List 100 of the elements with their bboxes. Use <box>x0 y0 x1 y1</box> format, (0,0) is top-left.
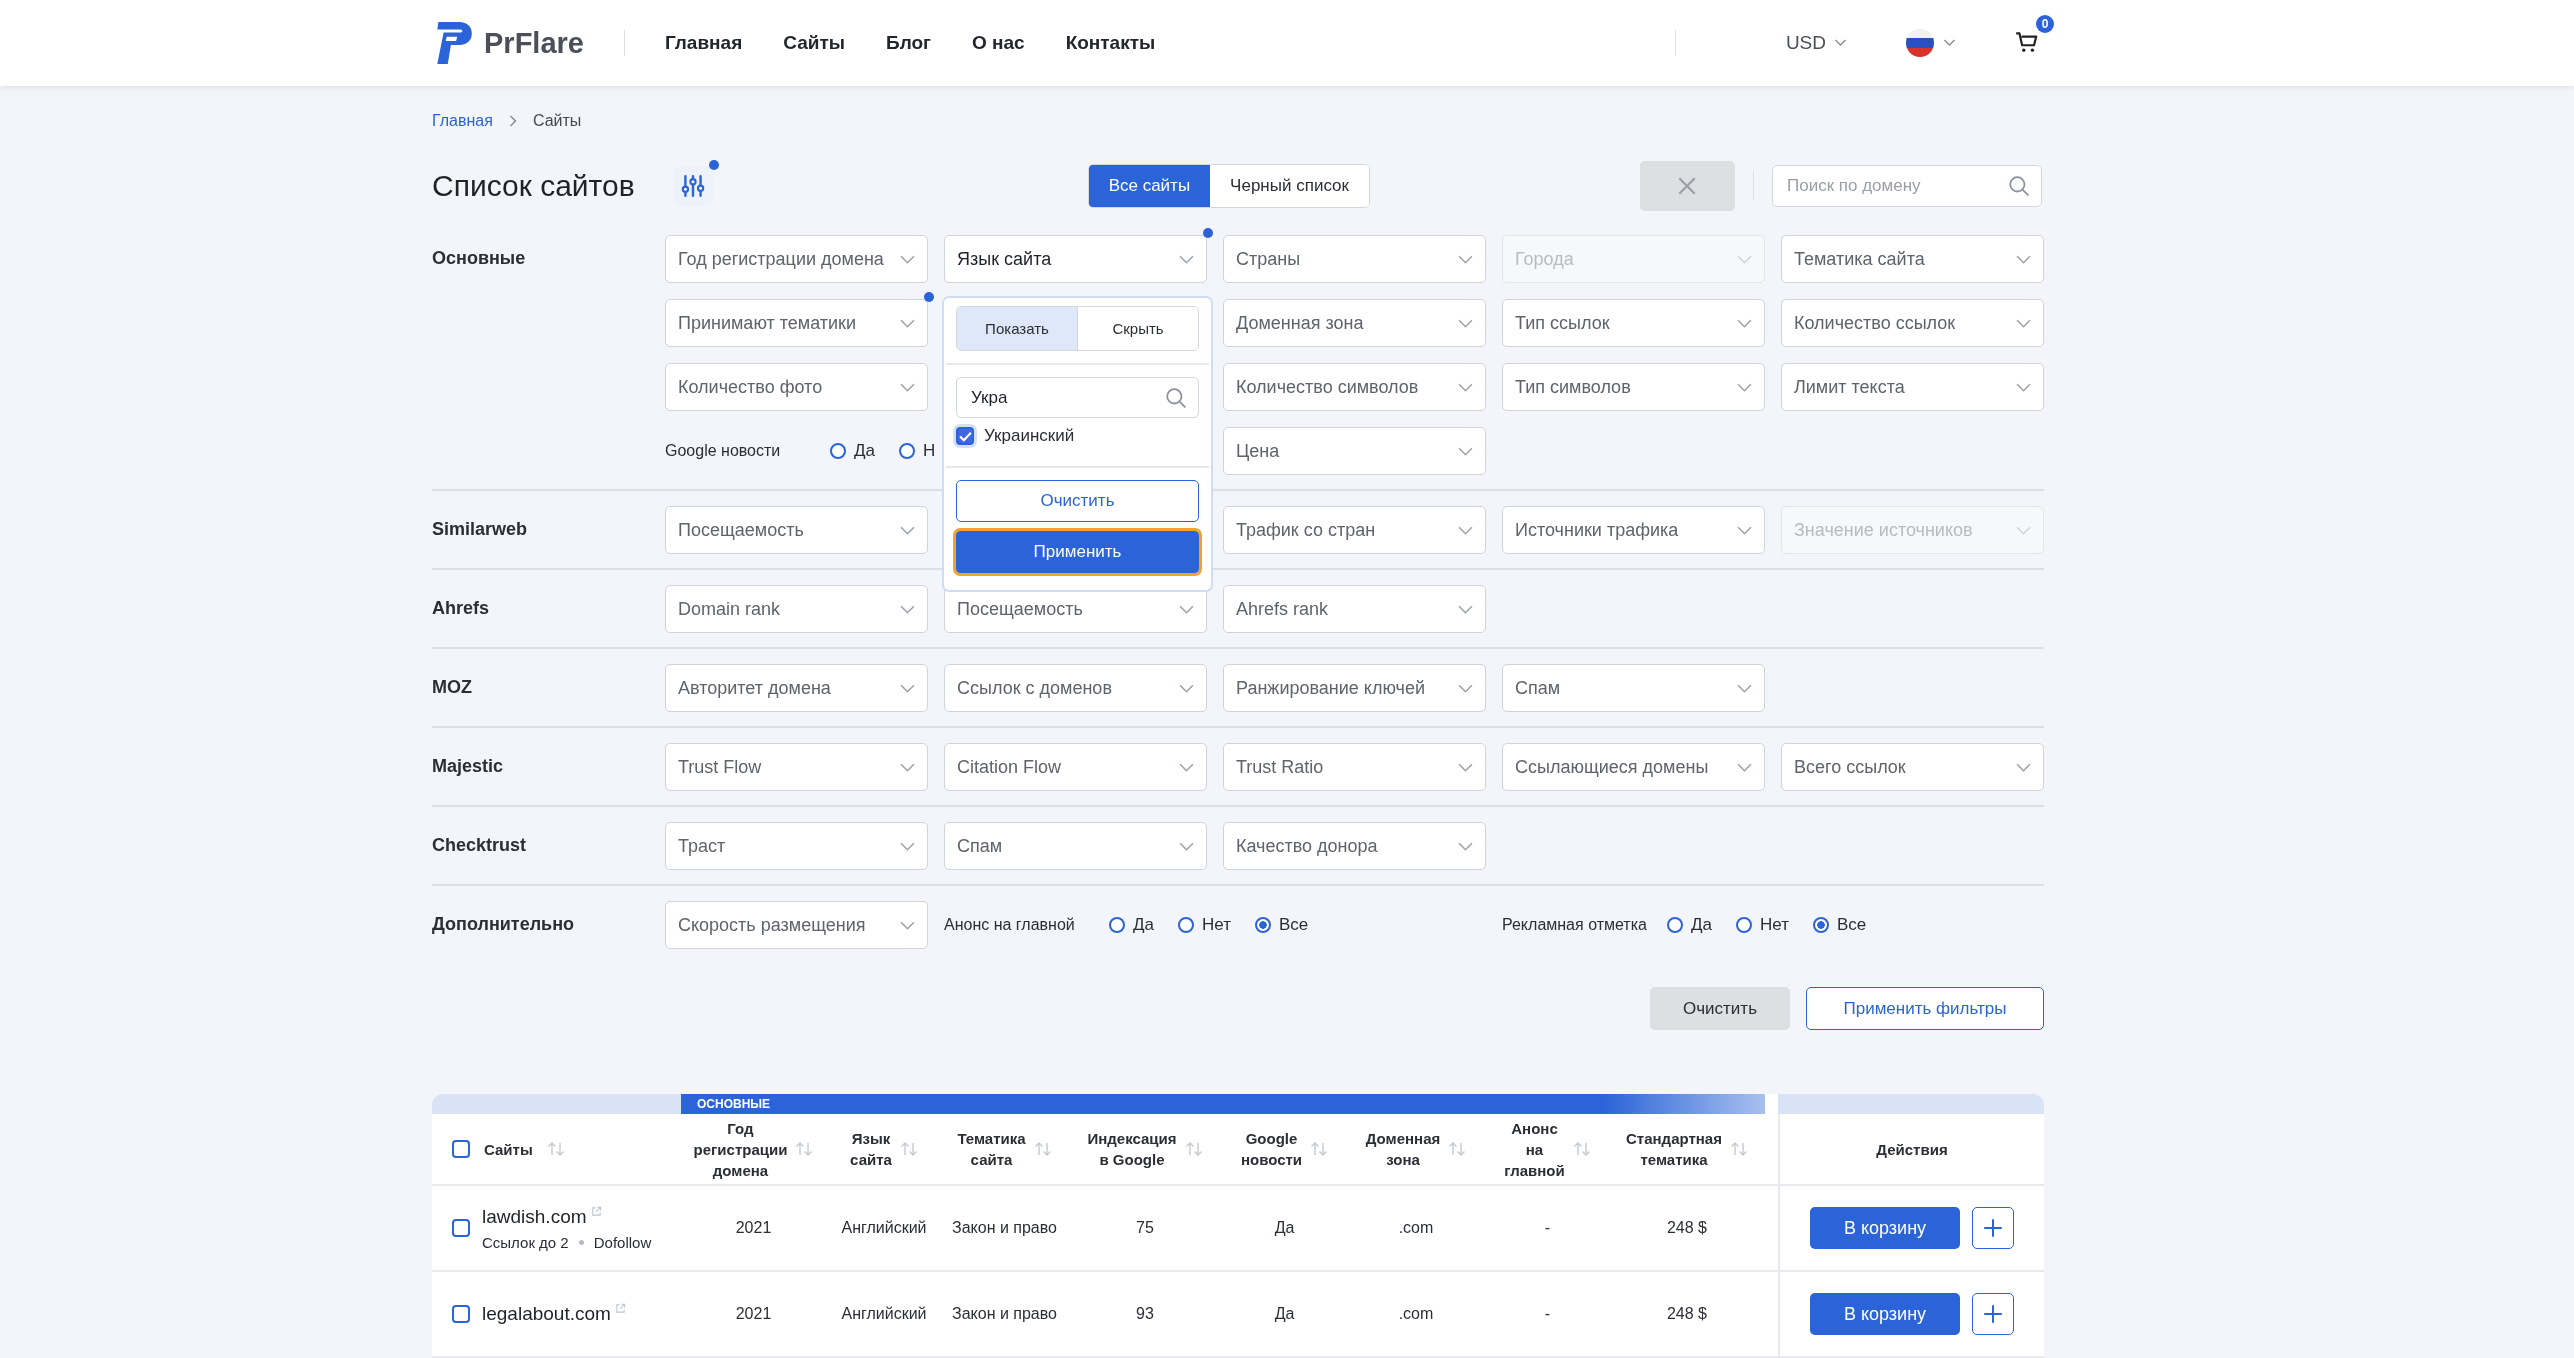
column-header[interactable]: Google новости <box>1240 1128 1303 1170</box>
dropdown[interactable]: Авторитет домена <box>665 664 928 712</box>
nav-link[interactable]: Сайты <box>783 32 845 54</box>
logo-text[interactable]: PrFlare <box>484 26 584 60</box>
radio-label[interactable]: Нет <box>1201 915 1231 935</box>
sliders-icon <box>679 173 706 199</box>
clear-button[interactable]: Очистить <box>956 480 1199 522</box>
dropdown[interactable]: Ранжирование ключей <box>1223 664 1486 712</box>
dropdown[interactable]: Количество ссылок <box>1781 299 2044 347</box>
dropdown[interactable]: Domain rank <box>665 585 928 633</box>
checkbox[interactable] <box>452 1305 470 1323</box>
dropdown[interactable]: Язык сайта <box>944 235 1207 283</box>
dropdown[interactable]: Принимают тематики <box>665 299 928 347</box>
site-link[interactable]: legalabout.com <box>482 1303 611 1325</box>
breadcrumb-link[interactable]: Главная <box>432 112 493 130</box>
radio-button[interactable] <box>830 443 846 459</box>
dropdown[interactable]: Всего ссылок <box>1781 743 2044 791</box>
section-label: Checktrust <box>432 834 528 857</box>
dropdown[interactable]: Год регистрации домена <box>665 235 928 283</box>
search-field[interactable]: Укра <box>956 377 1199 418</box>
column-header[interactable]: Тематика сайта <box>957 1128 1026 1170</box>
dropdown[interactable]: Спам <box>1502 664 1765 712</box>
nav-link[interactable]: Контакты <box>1065 32 1156 54</box>
chevron-down-icon <box>1458 254 1473 264</box>
dropdown[interactable]: Количество фото <box>665 363 928 411</box>
nav-link[interactable]: О нас <box>971 32 1025 54</box>
radio-group-label: Google новости <box>665 442 782 460</box>
nav-link[interactable]: Блог <box>885 32 931 54</box>
dropdown[interactable]: Citation Flow <box>944 743 1207 791</box>
checkbox[interactable] <box>956 427 974 445</box>
dropdown[interactable]: Количество символов <box>1223 363 1486 411</box>
toggle-option[interactable]: Показать <box>957 307 1078 350</box>
radio-button[interactable] <box>1254 917 1271 933</box>
chevron-down-icon <box>2016 382 2031 392</box>
column-header[interactable]: Год регистрации домена <box>693 1117 788 1181</box>
dropdown[interactable]: Посещаемость <box>665 506 928 554</box>
table-cell: 93 <box>1136 1305 1154 1323</box>
checkbox[interactable] <box>452 1140 470 1158</box>
plus-icon <box>1982 1303 2004 1325</box>
chevron-down-icon <box>1179 604 1194 614</box>
radio-label[interactable]: Да <box>1133 915 1154 935</box>
radio-button[interactable] <box>1735 917 1752 933</box>
add-button[interactable] <box>1972 1207 2014 1249</box>
add-to-cart-button[interactable]: В корзину <box>1810 1293 1960 1335</box>
column-header[interactable]: Индексация в Google <box>1087 1128 1177 1170</box>
dropdown[interactable]: Цена <box>1223 427 1486 475</box>
search-icon <box>1165 386 1187 409</box>
dropdown[interactable]: Trust Flow <box>665 743 928 791</box>
option-label[interactable]: Украинский <box>984 426 1075 446</box>
dropdown[interactable]: Тип ссылок <box>1502 299 1765 347</box>
dropdown[interactable]: Тематика сайта <box>1781 235 2044 283</box>
radio-button[interactable] <box>1177 917 1194 933</box>
column-header[interactable]: Доменная зона <box>1365 1128 1441 1170</box>
dropdown[interactable]: Качество донора <box>1223 822 1486 870</box>
checkbox[interactable] <box>452 1219 470 1237</box>
tab[interactable]: Все сайты <box>1088 165 1211 207</box>
chevron-down-icon <box>2016 318 2031 328</box>
dropdown[interactable]: Ссылок с доменов <box>944 664 1207 712</box>
column-header[interactable]: Анонс на главной <box>1504 1117 1565 1181</box>
dropdown[interactable]: Страны <box>1223 235 1486 283</box>
filter-settings-button[interactable] <box>672 166 713 206</box>
radio-button[interactable] <box>1667 917 1683 933</box>
add-to-cart-button[interactable]: В корзину <box>1810 1207 1960 1249</box>
radio-label[interactable]: Н <box>922 441 936 461</box>
radio-label[interactable]: Все <box>1278 915 1309 935</box>
site-link[interactable]: lawdish.com <box>482 1205 587 1228</box>
radio-button[interactable] <box>1109 917 1125 933</box>
apply-filters-button[interactable]: Применить фильтры <box>1806 987 2044 1030</box>
column-header[interactable]: Действия <box>1876 1138 1948 1160</box>
table-cell: Английский <box>841 1305 927 1323</box>
dropdown[interactable]: Источники трафика <box>1502 506 1765 554</box>
flag-icon <box>1905 28 1935 58</box>
column-header[interactable]: Стандартная тематика <box>1626 1128 1722 1170</box>
chevron-down-icon <box>1737 318 1752 328</box>
dropdown[interactable]: Trust Ratio <box>1223 743 1486 791</box>
radio-label[interactable]: Нет <box>1759 915 1789 935</box>
search-field[interactable]: Поиск по домену <box>1771 165 2042 207</box>
radio-label[interactable]: Да <box>1691 915 1712 935</box>
column-header[interactable]: Сайты <box>484 1138 533 1160</box>
dropdown[interactable]: Лимит текста <box>1781 363 2044 411</box>
dropdown[interactable]: Доменная зона <box>1223 299 1486 347</box>
chevron-down-icon <box>900 604 915 614</box>
apply-button[interactable]: Применить <box>956 531 1199 573</box>
add-button[interactable] <box>1972 1293 2014 1335</box>
dropdown[interactable]: Скорость размещения <box>665 901 928 949</box>
dropdown[interactable]: Спам <box>944 822 1207 870</box>
clear-button[interactable]: Очистить <box>1650 987 1790 1030</box>
radio-label[interactable]: Все <box>1836 915 1867 935</box>
currency-select[interactable]: USD <box>1779 28 1853 58</box>
dropdown[interactable]: Траст <box>665 822 928 870</box>
radio-label[interactable]: Да <box>854 441 875 461</box>
dropdown[interactable]: Тип символов <box>1502 363 1765 411</box>
radio-button[interactable] <box>898 443 915 459</box>
dropdown[interactable]: Трафик со стран <box>1223 506 1486 554</box>
radio-button[interactable] <box>1812 917 1829 933</box>
dropdown[interactable]: Ahrefs rank <box>1223 585 1486 633</box>
chevron-down-icon <box>900 254 915 264</box>
nav-link[interactable]: Главная <box>664 32 743 54</box>
dropdown[interactable]: Ссылающиеся домены <box>1502 743 1765 791</box>
column-header[interactable]: Язык сайта <box>850 1128 892 1170</box>
